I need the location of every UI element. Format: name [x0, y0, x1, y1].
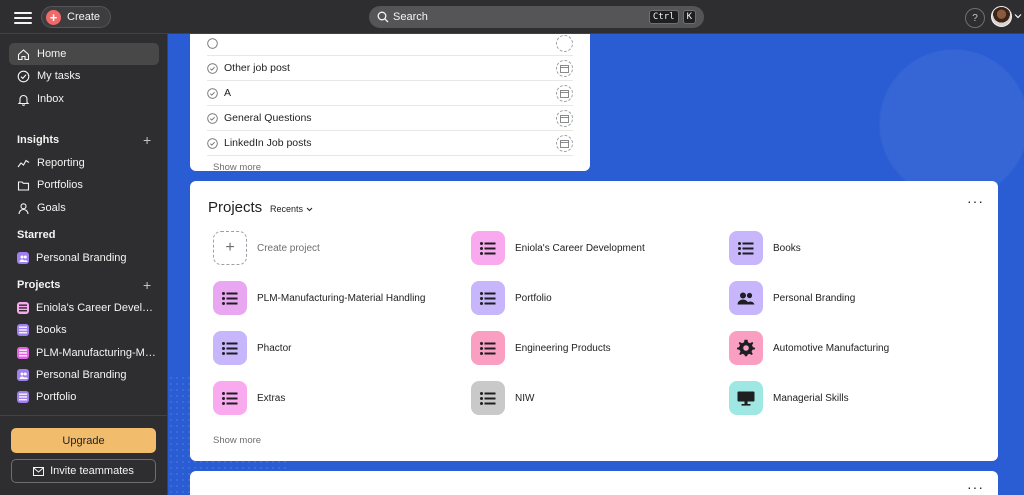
- check-circle-icon[interactable]: [207, 62, 218, 74]
- menu-icon[interactable]: [14, 9, 32, 25]
- check-circle-icon[interactable]: [207, 87, 218, 99]
- chevron-down-icon: [306, 207, 313, 211]
- sidebar-item-portfolios[interactable]: Portfolios: [9, 174, 159, 196]
- list-icon: [471, 331, 505, 365]
- home-icon: [17, 48, 30, 60]
- starred-heading: Starred: [17, 229, 56, 241]
- calendar-icon[interactable]: [556, 59, 573, 77]
- create-project-tile[interactable]: + Create project: [213, 230, 453, 266]
- folder-icon: [17, 180, 30, 191]
- project-tile[interactable]: Phactor: [213, 330, 453, 366]
- people-icon: [729, 281, 763, 315]
- insights-heading: Insights: [17, 134, 60, 146]
- home-content: Other job post A General Questions Linke…: [168, 34, 1024, 495]
- recents-dropdown[interactable]: Recents: [270, 204, 313, 214]
- project-tile[interactable]: Portfolio: [471, 280, 711, 316]
- project-tile[interactable]: Managerial Skills: [729, 380, 969, 416]
- calendar-icon[interactable]: [556, 134, 573, 152]
- upgrade-button[interactable]: Upgrade: [11, 428, 156, 453]
- task-row[interactable]: A: [207, 81, 573, 106]
- add-insight-icon[interactable]: +: [143, 133, 151, 147]
- create-button[interactable]: + Create: [41, 6, 112, 28]
- list-icon: [17, 324, 29, 336]
- shortcut-key-k: K: [682, 10, 696, 24]
- check-circle-icon[interactable]: [207, 137, 218, 149]
- project-tile[interactable]: Engineering Products: [471, 330, 711, 366]
- sidebar-item-project[interactable]: PLM-Manufacturing-Mate...: [9, 342, 159, 364]
- sidebar-item-goals[interactable]: Goals: [9, 197, 159, 219]
- due-date-icon[interactable]: [556, 34, 573, 52]
- projects-show-more-link[interactable]: Show more: [213, 435, 261, 446]
- project-tile[interactable]: Eniola's Career Development: [471, 230, 711, 266]
- sidebar: Home My tasks Inbox Insights + Reporting…: [0, 34, 168, 495]
- sidebar-item-project[interactable]: Portfolio: [9, 386, 159, 408]
- list-icon: [729, 231, 763, 265]
- invite-teammates-button[interactable]: Invite teammates: [11, 459, 156, 483]
- create-button-label: Create: [67, 11, 101, 23]
- add-project-icon[interactable]: +: [143, 278, 151, 292]
- sidebar-item-home[interactable]: Home: [9, 43, 159, 65]
- task-row[interactable]: General Questions: [207, 106, 573, 131]
- project-tile[interactable]: NIW: [471, 380, 711, 416]
- sidebar-item-project[interactable]: Eniola's Career Developm...: [9, 297, 159, 319]
- search-icon: [377, 11, 389, 23]
- sidebar-item-my-tasks[interactable]: My tasks: [9, 65, 159, 87]
- tasks-show-more-link[interactable]: Show more: [213, 162, 261, 173]
- project-tile[interactable]: Books: [729, 230, 969, 266]
- person-icon: [18, 202, 29, 214]
- search-placeholder: Search: [393, 11, 428, 23]
- list-icon: [17, 391, 29, 403]
- sidebar-item-project[interactable]: Personal Branding: [9, 364, 159, 386]
- calendar-icon[interactable]: [556, 109, 573, 127]
- sidebar-divider: [0, 415, 168, 416]
- task-row[interactable]: LinkedIn Job posts: [207, 131, 573, 156]
- people-icon: [17, 252, 29, 264]
- bell-icon: [17, 94, 30, 106]
- projects-card-title: Projects: [208, 199, 263, 216]
- list-icon: [213, 281, 247, 315]
- gear-icon: [729, 331, 763, 365]
- tasks-card: Other job post A General Questions Linke…: [190, 34, 590, 173]
- calendar-icon[interactable]: [556, 84, 573, 102]
- sidebar-item-inbox[interactable]: Inbox: [9, 88, 159, 110]
- projects-card: Projects Recents ··· + Create project PL…: [190, 181, 998, 461]
- list-icon: [213, 331, 247, 365]
- plus-icon: +: [46, 9, 61, 25]
- plus-icon: +: [213, 231, 247, 265]
- task-row[interactable]: Other job post: [207, 56, 573, 81]
- sidebar-item-project[interactable]: Books: [9, 319, 159, 341]
- project-tile[interactable]: Extras: [213, 380, 453, 416]
- sidebar-item-reporting[interactable]: Reporting: [9, 152, 159, 174]
- project-tile[interactable]: Automotive Manufacturing: [729, 330, 969, 366]
- chevron-down-icon[interactable]: [1014, 12, 1022, 20]
- task-row-partial: [207, 34, 573, 56]
- projects-more-options-icon[interactable]: ···: [967, 193, 984, 209]
- search-bar[interactable]: Search Ctrl K: [369, 6, 704, 28]
- list-icon: [471, 231, 505, 265]
- shortcut-key-ctrl: Ctrl: [648, 10, 679, 24]
- people-icon: [17, 369, 29, 381]
- project-tile[interactable]: Personal Branding: [729, 280, 969, 316]
- sidebar-item-starred-personal-branding[interactable]: Personal Branding: [9, 247, 159, 269]
- project-tile[interactable]: PLM-Manufacturing-Material Handling: [213, 280, 453, 316]
- top-bar: + Create Search Ctrl K ?: [0, 0, 1024, 34]
- check-circle-icon: [17, 70, 30, 82]
- list-icon: [17, 302, 29, 314]
- list-icon: [17, 347, 29, 359]
- next-section-card: ···: [190, 471, 998, 495]
- check-circle-icon: [207, 37, 218, 49]
- monitor-icon: [729, 381, 763, 415]
- mail-icon: [33, 466, 45, 476]
- check-circle-icon[interactable]: [207, 112, 218, 124]
- next-section-more-options-icon[interactable]: ···: [967, 479, 984, 495]
- chart-line-icon: [17, 159, 30, 167]
- help-button[interactable]: ?: [965, 8, 985, 28]
- list-icon: [471, 281, 505, 315]
- projects-heading: Projects: [17, 279, 61, 291]
- list-icon: [471, 381, 505, 415]
- list-icon: [213, 381, 247, 415]
- avatar[interactable]: [991, 6, 1012, 27]
